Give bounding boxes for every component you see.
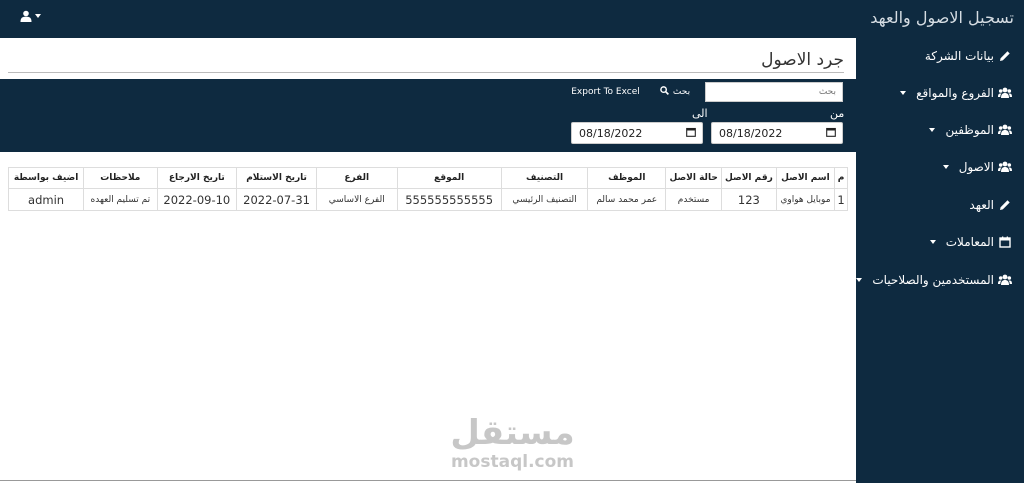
sidebar-item-employees[interactable]: الموظفين: [929, 123, 1012, 137]
calendar-icon[interactable]: [686, 127, 696, 140]
sidebar-item-label: العهد: [969, 198, 994, 212]
users-icon: [998, 160, 1012, 174]
column-header: اضيف بواسطة: [7, 167, 85, 189]
assets-table: م اسم الاصل رقم الاصل حالة الاصل الموظف …: [7, 167, 848, 211]
sidebar-item-transactions[interactable]: المعاملات: [929, 235, 1012, 249]
app-title[interactable]: تسجيل الاصول والعهد: [870, 8, 1014, 27]
table-cell: الفرع الاساسي: [315, 188, 398, 211]
table-row[interactable]: 1 موبايل هواوي 123 مستخدم عمر محمد سالم …: [7, 188, 848, 211]
date-to-value: 08/18/2022: [579, 126, 643, 140]
main-content: جرد الاصول بحث Export To Excel من الى 08…: [0, 38, 856, 483]
date-from-input[interactable]: 08/18/2022: [711, 122, 843, 144]
users-icon: [998, 123, 1012, 137]
date-to-input[interactable]: 08/18/2022: [571, 122, 703, 144]
sidebar-item-custody[interactable]: العهد: [969, 198, 1012, 212]
column-header: اسم الاصل: [775, 167, 836, 189]
table-cell: 1: [834, 188, 848, 211]
sidebar-item-label: الموظفين: [945, 123, 994, 137]
table-cell: 2022-07-31: [236, 188, 317, 211]
users-icon: [998, 86, 1012, 100]
chevron-down-icon: [942, 165, 949, 169]
column-header: ملاحظات: [83, 167, 158, 189]
sidebar-item-users-permissions[interactable]: المستخدمين والصلاحيات: [856, 273, 1012, 287]
search-button-label: بحث: [672, 87, 691, 97]
calendar-icon[interactable]: [826, 127, 836, 140]
bottom-divider: [0, 480, 856, 481]
export-excel-button[interactable]: Export To Excel: [562, 82, 649, 102]
date-from-value: 08/18/2022: [719, 126, 783, 140]
sidebar-item-company-info[interactable]: بيانات الشركة: [925, 49, 1012, 63]
date-from-label: من: [830, 107, 845, 120]
table-cell: التصنيف الرئيسي: [500, 188, 589, 211]
sidebar-item-label: بيانات الشركة: [924, 49, 994, 63]
table-cell: مستخدم: [665, 188, 723, 211]
pencil-icon: [998, 49, 1012, 63]
chevron-down-icon: [35, 14, 41, 18]
sidebar-item-label: الفروع والمواقع: [916, 86, 994, 100]
title-divider: [8, 72, 844, 73]
chevron-down-icon: [856, 278, 863, 282]
watermark-arabic: مستقل: [450, 413, 575, 453]
sidebar-item-assets[interactable]: الاصول: [942, 160, 1012, 174]
sidebar-item-branches[interactable]: الفروع والمواقع: [900, 86, 1012, 100]
search-input[interactable]: [705, 82, 843, 102]
watermark-latin: mostaql.com: [450, 452, 575, 472]
chevron-down-icon: [929, 240, 936, 244]
column-header: تاريخ الارجاع: [156, 167, 238, 189]
table-cell: 123: [721, 188, 777, 211]
column-header: م: [834, 167, 848, 189]
table-header-row: م اسم الاصل رقم الاصل حالة الاصل الموظف …: [7, 167, 848, 189]
table-cell: admin: [7, 188, 85, 211]
table-cell: 2022-09-10: [156, 188, 238, 211]
table-cell: تم تسليم العهده: [83, 188, 158, 211]
top-navbar: تسجيل الاصول والعهد: [0, 0, 1024, 38]
table-cell: موبايل هواوي: [775, 188, 836, 211]
table-cell: عمر محمد سالم: [587, 188, 667, 211]
pencil-icon: [998, 198, 1012, 212]
column-header: الموظف: [587, 167, 667, 189]
column-header: الفرع: [315, 167, 398, 189]
sidebar: بيانات الشركة الفروع والمواقع الموظفين ا…: [856, 38, 1024, 483]
chevron-down-icon: [900, 91, 907, 95]
column-header: رقم الاصل: [721, 167, 777, 189]
column-header: الموقع: [396, 167, 502, 189]
page-title: جرد الاصول: [761, 50, 844, 70]
column-header: التصنيف: [500, 167, 589, 189]
search-button[interactable]: بحث: [650, 82, 700, 102]
calendar-icon: [998, 235, 1012, 249]
date-to-label: الى: [692, 107, 708, 120]
filter-panel: بحث Export To Excel من الى 08/18/2022 08…: [0, 79, 856, 152]
watermark-logo: مستقل mostaql.com: [450, 413, 575, 471]
user-icon: [20, 10, 32, 22]
sidebar-item-label: المعاملات: [945, 235, 994, 249]
sidebar-item-label: المستخدمين والصلاحيات: [872, 273, 994, 287]
column-header: حالة الاصل: [665, 167, 723, 189]
chevron-down-icon: [929, 128, 936, 132]
search-icon: [660, 86, 669, 98]
table-cell: 555555555555: [396, 188, 502, 211]
column-header: تاريخ الاستلام: [236, 167, 317, 189]
user-menu[interactable]: [20, 10, 41, 22]
sidebar-item-label: الاصول: [958, 160, 994, 174]
users-icon: [998, 273, 1012, 287]
